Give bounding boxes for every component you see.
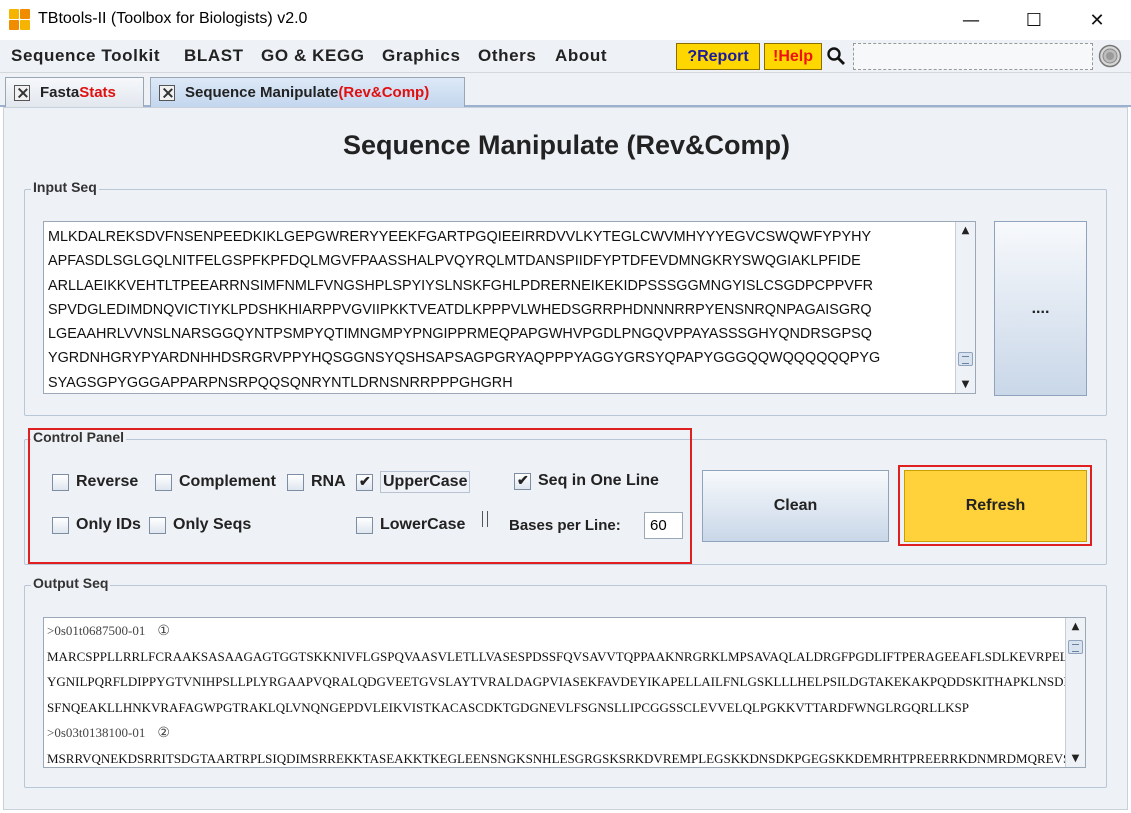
input-seq-text: MLKDALREKSDVFNSENPEEDKIKLGEPGWRERYYEEKFG…: [44, 225, 956, 393]
magnifier-icon[interactable]: [826, 46, 846, 66]
clean-button[interactable]: Clean: [702, 470, 889, 542]
main-panel: Sequence Manipulate (Rev&Comp) Input Seq…: [3, 107, 1128, 810]
highlight-frame: [28, 428, 692, 564]
scroll-up-icon[interactable]: ▲: [956, 222, 975, 239]
reverse-checkbox[interactable]: Reverse: [52, 473, 138, 491]
tab-label-accent: (Rev&Comp): [338, 84, 430, 101]
checkbox-label: Complement: [179, 473, 276, 490]
output-seq-label: Output Seq: [31, 575, 111, 591]
checkbox-box[interactable]: [356, 516, 373, 534]
output-seq-textarea[interactable]: >0s01t0687500-01 ① MARCSPPLLRRLFCRAAKSASA…: [43, 617, 1086, 768]
menu-bar: Sequence Toolkit BLAST GO & KEGG Graphic…: [0, 40, 1131, 73]
checkbox-box[interactable]: [514, 472, 531, 490]
menu-graphics[interactable]: Graphics: [382, 46, 461, 66]
close-window-button[interactable]: ✕: [1074, 0, 1120, 40]
input-seq-line: YGRDNHGRYPYARDNHHDSRGRVPPYHQSGGNSYQSHSAP…: [48, 350, 881, 367]
only-seqs-checkbox[interactable]: Only Seqs: [149, 516, 251, 534]
tab-strip: Fasta Stats Sequence Manipulate (Rev&Com…: [0, 73, 1131, 107]
checkbox-box[interactable]: [356, 473, 373, 491]
refresh-button[interactable]: Refresh: [904, 470, 1087, 542]
bases-per-line-input[interactable]: 60: [644, 512, 683, 539]
menu-sequence-toolkit[interactable]: Sequence Toolkit: [11, 46, 160, 66]
only-ids-checkbox[interactable]: Only IDs: [52, 516, 141, 534]
marker-two: ②: [157, 726, 170, 741]
menu-others[interactable]: Others: [478, 46, 536, 66]
output-line: MARCSPPLLRRLFCRAAKSASAAGAGTGGTSKKNIVFLGS…: [47, 648, 1066, 664]
input-seq-line: ARLLAEIKKVEHTLTPEEARRNSIMFNMLFVNGSHPLSPY…: [48, 277, 874, 294]
tab-label-accent: Stats: [79, 84, 116, 101]
input-seq-line: SPVDGLEDIMDNQVICTIYKLPDSHKHIARPPVGVIIPKK…: [48, 301, 872, 318]
rna-checkbox[interactable]: RNA: [287, 473, 346, 491]
menu-about[interactable]: About: [555, 46, 607, 66]
uppercase-checkbox[interactable]: UpperCase: [356, 471, 471, 493]
input-scrollbar[interactable]: ▲ ▼: [955, 222, 975, 393]
scroll-up-icon[interactable]: ▲: [1066, 618, 1085, 635]
output-seq-text: >0s01t0687500-01 ① MARCSPPLLRRLFCRAAKSASA…: [44, 618, 1066, 767]
seq-one-line-checkbox[interactable]: Seq in One Line: [514, 472, 659, 490]
bases-per-line-label: Bases per Line:: [509, 517, 621, 534]
checkbox-label: Seq in One Line: [538, 472, 659, 489]
input-seq-textarea[interactable]: MLKDALREKSDVFNSENPEEDKIKLGEPGWRERYYEEKFG…: [43, 221, 976, 394]
checkbox-label: LowerCase: [380, 516, 466, 533]
output-line: >0s01t0687500-01 ①: [44, 618, 1066, 644]
sequence-id: >0s03t0138100-01: [47, 725, 146, 740]
scroll-down-icon[interactable]: ▼: [956, 376, 975, 393]
checkbox-label: RNA: [311, 473, 346, 490]
input-seq-label: Input Seq: [31, 179, 99, 195]
output-seq-group: Output Seq >0s01t0687500-01 ① MARCSPPLLRR…: [24, 575, 1107, 788]
checkbox-box[interactable]: [287, 473, 304, 491]
maximize-button[interactable]: ☐: [1011, 0, 1057, 40]
output-line: YGNILPQRFLDIPPYGTVNIHPSLLPLYRGAAPVQRALQD…: [47, 674, 1066, 689]
window-title: TBtools-II (Toolbox for Biologists) v2.0: [38, 10, 308, 27]
report-button[interactable]: ?Report: [676, 43, 760, 70]
separator-icon: [482, 511, 488, 527]
lowercase-checkbox[interactable]: LowerCase: [356, 516, 465, 534]
input-seq-group: Input Seq MLKDALREKSDVFNSENPEEDKIKLGEPGW…: [24, 179, 1107, 416]
input-seq-line: APFASDLSGLGQLNITFELGSPFKPFDQLMGVFPAASSHA…: [48, 253, 861, 270]
checkbox-box[interactable]: [155, 473, 172, 491]
output-scrollbar[interactable]: ▲ ▼: [1065, 618, 1085, 767]
marker-one: ①: [157, 624, 170, 639]
input-seq-line: MLKDALREKSDVFNSENPEEDKIKLGEPGWRERYYEEKFG…: [48, 229, 872, 245]
input-seq-line: SYAGSGPYGGGAPPARPNSRPQQSQNRYNTLDRNSNRRPP…: [48, 374, 513, 391]
output-line: MSRRVQNEKDSRRITSDGTAARTRPLSIQDIMSRREKKTA…: [47, 750, 1066, 766]
minimize-button[interactable]: —: [948, 0, 994, 40]
checkbox-label: Only Seqs: [173, 516, 252, 533]
close-box-icon[interactable]: [14, 84, 30, 101]
checkbox-label: UpperCase: [380, 471, 471, 493]
scroll-thumb[interactable]: [958, 352, 973, 366]
tab-sequence-manipulate[interactable]: Sequence Manipulate (Rev&Comp): [150, 77, 465, 107]
page-title: Sequence Manipulate (Rev&Comp): [342, 130, 791, 160]
checkbox-box[interactable]: [52, 473, 69, 491]
checkbox-box[interactable]: [52, 516, 69, 534]
checkbox-box[interactable]: [149, 516, 166, 534]
tab-label: Sequence Manipulate: [185, 84, 339, 101]
tab-label: Fasta: [40, 84, 80, 101]
browse-file-button[interactable]: ....: [994, 221, 1087, 396]
tab-fasta-stats[interactable]: Fasta Stats: [5, 77, 144, 107]
menu-blast[interactable]: BLAST: [184, 46, 244, 66]
sequence-id: >0s01t0687500-01: [47, 623, 146, 638]
help-button[interactable]: !Help: [764, 43, 822, 70]
scroll-down-icon[interactable]: ▼: [1066, 750, 1085, 767]
search-input[interactable]: [853, 43, 1093, 70]
output-line: >0s03t0138100-01 ②: [44, 720, 1066, 746]
menu-go-kegg[interactable]: GO & KEGG: [261, 46, 365, 66]
input-seq-line: LGEAAHRLVVNSLNARSGGQYNTPSMPYQTIMNGMPYPNG…: [48, 326, 872, 343]
checkbox-label: Reverse: [76, 473, 139, 490]
settings-circle-icon[interactable]: [1098, 44, 1122, 68]
close-box-icon[interactable]: [159, 84, 175, 101]
tbtools-logo-icon: [9, 9, 31, 31]
window-titlebar: TBtools-II (Toolbox for Biologists) v2.0…: [0, 0, 1131, 40]
output-line: SFNQEAKLLHNKVRAFAGWPGTRAKLQLVNQNGEPDVLEI…: [47, 699, 969, 715]
checkbox-label: Only IDs: [76, 516, 141, 533]
complement-checkbox[interactable]: Complement: [155, 473, 276, 491]
scroll-thumb[interactable]: [1068, 640, 1083, 654]
